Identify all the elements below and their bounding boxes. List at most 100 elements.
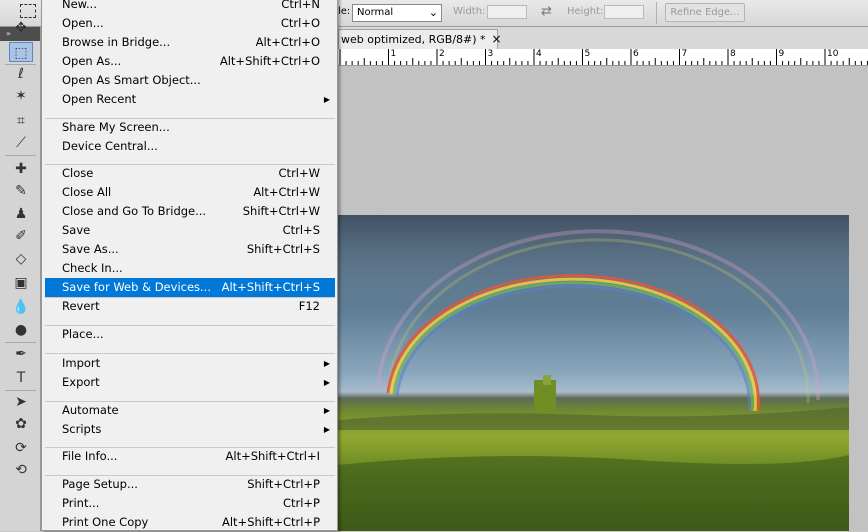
menu-item-label: Page Setup... bbox=[62, 477, 138, 491]
rotate-3d-tool-icon[interactable]: ⟳ bbox=[9, 438, 33, 458]
custom-shape-tool-icon[interactable]: ✿ bbox=[9, 414, 33, 434]
refine-edge-button[interactable]: Refine Edge... bbox=[665, 3, 745, 22]
path-selection-tool-icon[interactable]: ➤ bbox=[9, 392, 33, 412]
menu-item-label: Print... bbox=[62, 496, 100, 510]
menu-item-export[interactable]: Export ▶ bbox=[45, 373, 335, 392]
menu-item-shortcut: Alt+Shift+Ctrl+P bbox=[221, 515, 320, 529]
history-brush-tool-icon[interactable]: ✐ bbox=[9, 226, 33, 246]
style-select-value: Normal bbox=[357, 7, 394, 18]
menu-item-place[interactable]: Place... bbox=[45, 325, 335, 344]
swap-icon[interactable]: ⇄ bbox=[541, 4, 552, 19]
dodge-tool-icon[interactable]: ● bbox=[9, 320, 33, 340]
height-label: Height: bbox=[567, 6, 604, 17]
menu-item-label: Close All bbox=[62, 185, 112, 199]
menu-item-new[interactable]: New... Ctrl+N bbox=[45, 0, 335, 14]
eraser-tool-icon[interactable]: ◇ bbox=[9, 249, 33, 269]
menu-item-close-and-go-to-bridge[interactable]: Close and Go To Bridge... Shift+Ctrl+W bbox=[45, 202, 335, 221]
menu-item-save-for-web-devices[interactable]: Save for Web & Devices... Alt+Shift+Ctrl+… bbox=[45, 278, 335, 297]
submenu-arrow-icon: ▶ bbox=[323, 378, 330, 387]
menu-item-automate[interactable]: Automate ▶ bbox=[45, 401, 335, 420]
submenu-arrow-icon: ▶ bbox=[323, 425, 330, 434]
horizontal-ruler[interactable]: 1234567891011 bbox=[338, 49, 868, 66]
height-input[interactable] bbox=[604, 5, 644, 19]
menu-item-save[interactable]: Save Ctrl+S bbox=[45, 221, 335, 240]
type-tool-icon[interactable]: T bbox=[9, 368, 33, 388]
style-select[interactable]: Normal ⌄ bbox=[352, 4, 442, 22]
healing-brush-tool-icon[interactable]: ✚ bbox=[9, 159, 33, 179]
lasso-tool-icon[interactable]: ℓ bbox=[9, 64, 33, 84]
menu-item-shortcut: Ctrl+P bbox=[282, 496, 320, 510]
ruler-number: 7 bbox=[681, 49, 688, 59]
menu-item-shortcut: Shift+Ctrl+P bbox=[247, 477, 320, 491]
menu-item-page-setup[interactable]: Page Setup... Shift+Ctrl+P bbox=[45, 475, 335, 494]
menu-item-check-in[interactable]: Check In... bbox=[45, 259, 335, 278]
canvas-area[interactable] bbox=[338, 66, 868, 531]
orbit-3d-tool-icon[interactable]: ⟲ bbox=[9, 460, 33, 480]
menu-item-import[interactable]: Import ▶ bbox=[45, 354, 335, 373]
gradient-tool-icon[interactable]: ▣ bbox=[9, 273, 33, 293]
options-divider bbox=[656, 2, 657, 24]
menu-separator bbox=[45, 353, 335, 354]
menu-item-label: Print One Copy bbox=[62, 515, 149, 529]
ruler-ticks bbox=[339, 49, 868, 65]
menu-item-shortcut: F12 bbox=[298, 299, 320, 313]
menu-item-label: Close and Go To Bridge... bbox=[62, 204, 207, 218]
menu-item-close-all[interactable]: Close All Alt+Ctrl+W bbox=[45, 183, 335, 202]
menu-item-device-central[interactable]: Device Central... bbox=[45, 137, 335, 156]
menu-item-save-as[interactable]: Save As... Shift+Ctrl+S bbox=[45, 240, 335, 259]
menu-item-shortcut: Ctrl+O bbox=[280, 16, 320, 30]
marquee-preset-icon[interactable] bbox=[20, 4, 36, 18]
clone-stamp-tool-icon[interactable]: ♟ bbox=[9, 204, 33, 224]
menu-item-shortcut: Shift+Ctrl+S bbox=[246, 242, 320, 256]
rainbow-photo[interactable] bbox=[338, 215, 849, 531]
rainbow-drawing bbox=[338, 215, 849, 531]
document-tab[interactable]: web optimized, RGB/8#) * × bbox=[338, 29, 502, 49]
menu-item-label: Share My Screen... bbox=[62, 120, 170, 134]
ruler-number: 6 bbox=[633, 49, 639, 59]
menu-item-label: Automate bbox=[62, 403, 119, 417]
menu-item-shortcut: Alt+Shift+Ctrl+S bbox=[221, 280, 320, 294]
menu-item-print[interactable]: Print... Ctrl+P bbox=[45, 494, 335, 513]
pen-tool-icon[interactable]: ✒ bbox=[9, 344, 33, 364]
menu-separator bbox=[45, 325, 335, 326]
crop-tool-icon[interactable]: ⌗ bbox=[9, 111, 33, 131]
ruler-number: 4 bbox=[536, 49, 542, 59]
submenu-arrow-icon: ▶ bbox=[323, 359, 330, 368]
magic-wand-tool-icon[interactable]: ✶ bbox=[9, 86, 33, 106]
menu-item-label: Save bbox=[62, 223, 91, 237]
menu-item-print-one-copy[interactable]: Print One Copy Alt+Shift+Ctrl+P bbox=[45, 513, 335, 532]
toolbox-separator bbox=[5, 390, 36, 391]
file-menu: New... Ctrl+N Open... Ctrl+O Browse in Bridg… bbox=[41, 0, 338, 531]
menu-item-label: Save for Web & Devices... bbox=[62, 280, 211, 294]
submenu-arrow-icon: ▶ bbox=[323, 95, 330, 104]
brush-tool-icon[interactable]: ✎ bbox=[9, 181, 33, 201]
menu-item-label: Save As... bbox=[62, 242, 119, 256]
toolbox: » ✥ ⬚ ℓ ✶ ⌗ ⟋ ✚ ✎ ♟ ✐ ◇ ▣ 💧 ● ✒ T ➤ ✿ ⟳ ⟲ bbox=[0, 20, 41, 531]
menu-item-browse-in-bridge[interactable]: Browse in Bridge... Alt+Ctrl+O bbox=[45, 33, 335, 52]
menu-item-open-as[interactable]: Open As... Alt+Shift+Ctrl+O bbox=[45, 52, 335, 71]
menu-item-label: Browse in Bridge... bbox=[62, 35, 171, 49]
menu-item-revert[interactable]: Revert F12 bbox=[45, 297, 335, 316]
menu-item-share-my-screen[interactable]: Share My Screen... bbox=[45, 118, 335, 137]
menu-separator bbox=[45, 164, 335, 165]
menu-item-scripts[interactable]: Scripts ▶ bbox=[45, 420, 335, 439]
menu-item-close[interactable]: Close Ctrl+W bbox=[45, 164, 335, 183]
ruler-number: 10 bbox=[827, 49, 839, 59]
menu-item-label: File Info... bbox=[62, 449, 118, 463]
menu-separator bbox=[45, 118, 335, 119]
width-input[interactable] bbox=[487, 5, 527, 19]
move-tool-icon[interactable]: ✥ bbox=[9, 18, 33, 38]
rectangular-marquee-tool-icon[interactable]: ⬚ bbox=[9, 42, 33, 62]
menu-item-file-info[interactable]: File Info... Alt+Shift+Ctrl+I bbox=[45, 447, 335, 466]
menu-item-shortcut: Ctrl+N bbox=[281, 0, 320, 11]
blur-tool-icon[interactable]: 💧 bbox=[9, 297, 33, 317]
menu-item-shortcut: Ctrl+S bbox=[282, 223, 320, 237]
close-icon[interactable]: × bbox=[492, 32, 502, 46]
menu-item-open-recent[interactable]: Open Recent ▶ bbox=[45, 90, 335, 109]
menu-item-open-as-smart-object[interactable]: Open As Smart Object... bbox=[45, 71, 335, 90]
menu-item-open[interactable]: Open... Ctrl+O bbox=[45, 14, 335, 33]
eyedropper-tool-icon[interactable]: ⟋ bbox=[9, 133, 33, 153]
menu-item-shortcut: Alt+Shift+Ctrl+I bbox=[225, 449, 320, 463]
document-tab-bar: web optimized, RGB/8#) * × bbox=[338, 27, 868, 50]
menu-item-label: Open As... bbox=[62, 54, 122, 68]
